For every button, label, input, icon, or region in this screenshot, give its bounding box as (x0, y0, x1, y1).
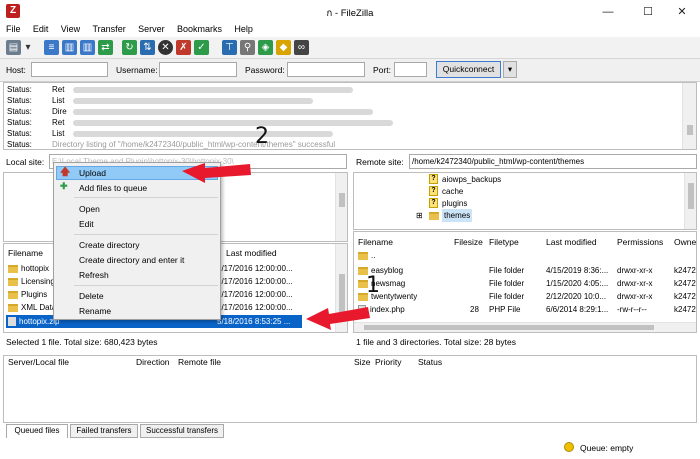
arrow-to-upload (182, 163, 251, 183)
arrow-to-zip (306, 307, 370, 330)
annotation-one: 1 (366, 273, 380, 298)
annotation-two: 2 (255, 124, 269, 149)
annotation-arrows (182, 163, 370, 330)
